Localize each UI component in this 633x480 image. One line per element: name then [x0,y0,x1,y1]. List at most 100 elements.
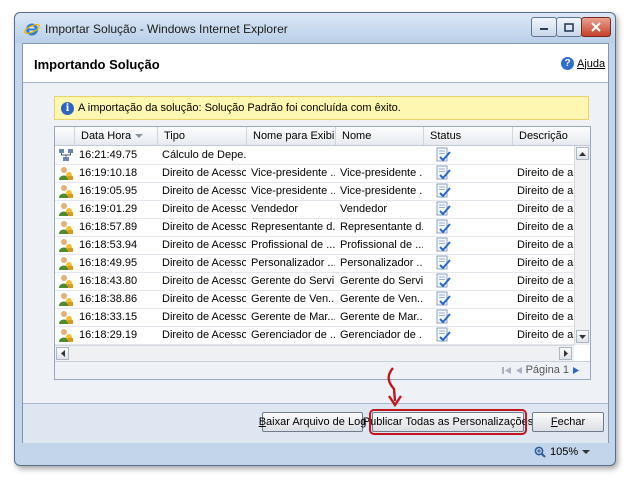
cell-nome-exibicao: Gerenciador de ... [251,329,335,341]
user-role-icon [59,239,73,252]
cell-tipo: Direito de Acesso [162,185,246,197]
cell-nome [335,146,423,164]
button-label: aixar Arquivo de Log [266,416,367,428]
vertical-scrollbar[interactable] [574,146,590,345]
zoom-control[interactable]: 105% [534,446,591,458]
user-role-icon [59,293,73,306]
column-header-descricao[interactable]: Descrição [512,127,590,145]
cell-nome-exibicao: Vice-presidente ... [251,167,335,179]
user-role-icon [59,185,73,198]
table-row[interactable]: 16:18:43.80 Direito de Acesso Gerente do S… [55,272,574,291]
cell-data-hora: 16:18:29.19 [79,329,138,341]
cell-nome-exibicao: Profissional de ... [251,239,335,251]
column-label: Data Hora [81,130,132,142]
scroll-up-button[interactable] [576,147,589,160]
status-ok-icon [436,255,451,270]
horizontal-scrollbar[interactable] [55,345,574,361]
cell-descricao: Direito de a [517,167,574,179]
cell-nome: Profissional de ... [340,239,423,251]
cell-nome: Personalizador ... [340,257,423,269]
first-page-icon[interactable] [501,366,511,375]
cell-nome-exibicao: Vendedor [251,203,299,215]
column-label: Tipo [164,130,185,142]
cell-descricao: Direito de a [517,311,574,323]
browser-status-bar: 105% [22,443,607,463]
annotation-arrow-icon [387,367,402,407]
table-row[interactable]: 16:18:53.94 Direito de Acesso Profissional… [55,236,574,255]
status-ok-icon [436,237,451,252]
close-icon [591,22,601,32]
scroll-down-button[interactable] [576,330,589,343]
table-row[interactable]: 16:18:38.86 Direito de Acesso Gerente de V… [55,290,574,309]
user-role-icon [59,221,73,234]
table-row[interactable]: 16:18:33.15 Direito de Acesso Gerente de M… [55,308,574,327]
column-label: Nome [342,130,372,142]
accelerator-key: F [550,416,558,428]
status-ok-icon [436,219,451,234]
download-log-button[interactable]: Baixar Arquivo de Log [259,412,367,432]
ie-window: Importar Solução - Windows Internet Expl… [14,12,616,466]
cell-data-hora: 16:18:57.89 [79,221,138,233]
column-header-data-hora[interactable]: Data Hora [74,127,157,145]
info-banner: i A importação da solução: Solução Padrã… [54,96,589,120]
column-header-nome-exibicao[interactable]: Nome para Exibi... [246,127,335,145]
previous-page-icon[interactable] [515,366,522,375]
table-row[interactable]: 16:19:10.18 Direito de Acesso Vice-preside… [55,164,574,183]
publish-all-customizations-button[interactable]: Publicar Todas as Personalizações [363,409,533,435]
cell-tipo: Direito de Acesso [162,203,246,215]
status-ok-icon [436,201,451,216]
status-ok-icon [436,291,451,306]
cell-nome: Representante d... [340,221,423,233]
cell-tipo: Direito de Acesso [162,167,246,179]
close-button[interactable]: Fechar [532,412,604,432]
maximize-button[interactable] [556,17,582,37]
cell-tipo: Direito de Acesso [162,311,246,323]
cell-data-hora: 16:19:10.18 [79,167,138,179]
table-row[interactable]: 16:19:01.29 Direito de Acesso Vendedor Vend… [55,200,574,219]
table-row[interactable]: 16:18:29.19 Direito de Acesso Gerenciador … [55,326,574,345]
title-bar[interactable]: Importar Solução - Windows Internet Expl… [15,13,615,43]
table-row[interactable]: 16:18:57.89 Direito de Acesso Representant… [55,218,574,237]
info-message: A importação da solução: Solução Padrão … [78,102,401,114]
cell-descricao: Direito de a [517,275,574,287]
next-page-icon[interactable] [573,366,580,375]
button-label: echar [557,416,586,428]
sort-descending-icon [135,134,144,139]
user-role-icon [59,203,73,216]
scroll-left-button[interactable] [56,347,69,360]
cell-data-hora: 16:19:01.29 [79,203,138,215]
column-header-nome[interactable]: Nome [335,127,423,145]
table-row[interactable]: 16:19:05.95 Direito de Acesso Vice-preside… [55,182,574,201]
cell-tipo: Direito de Acesso [162,239,246,251]
column-header-tipo[interactable]: Tipo [157,127,246,145]
column-label: Nome para Exibi... [253,130,335,142]
status-ok-icon [436,273,451,288]
cell-tipo: Direito de Acesso [162,329,246,341]
cell-descricao: Direito de a [517,221,574,233]
cell-nome: Gerente de Ven... [340,293,423,305]
cell-nome: Vice-presidente ... [340,185,423,197]
info-icon: i [61,101,74,115]
cell-descricao: Direito de a [517,185,574,197]
table-row[interactable]: 16:18:49.95 Direito de Acesso Personalizad… [55,254,574,273]
zoom-icon [534,446,546,458]
column-label: Status [430,130,462,142]
arrow-down-icon [579,334,586,339]
status-ok-icon [436,147,451,162]
status-ok-icon [436,309,451,324]
cell-tipo: Direito de Acesso [162,275,246,287]
cell-descricao: Direito de a [517,257,574,269]
button-label: Publicar Todas as Personalizações [362,416,534,428]
status-ok-icon [436,183,451,198]
arrow-left-icon [60,350,65,357]
column-header-status[interactable]: Status [423,127,512,145]
cell-data-hora: 16:18:53.94 [79,239,138,251]
table-row[interactable]: 16:21:49.75 Cálculo de Depe... [55,146,574,165]
scroll-right-button[interactable] [559,347,572,360]
cell-nome-exibicao: Personalizador ... [251,257,335,269]
close-window-button[interactable] [581,17,611,37]
cell-nome: Vice-presidente ... [340,167,423,179]
help-link[interactable]: ? Ajuda [561,57,605,70]
page-title: Importando Solução [34,57,160,72]
minimize-button[interactable] [531,17,557,37]
